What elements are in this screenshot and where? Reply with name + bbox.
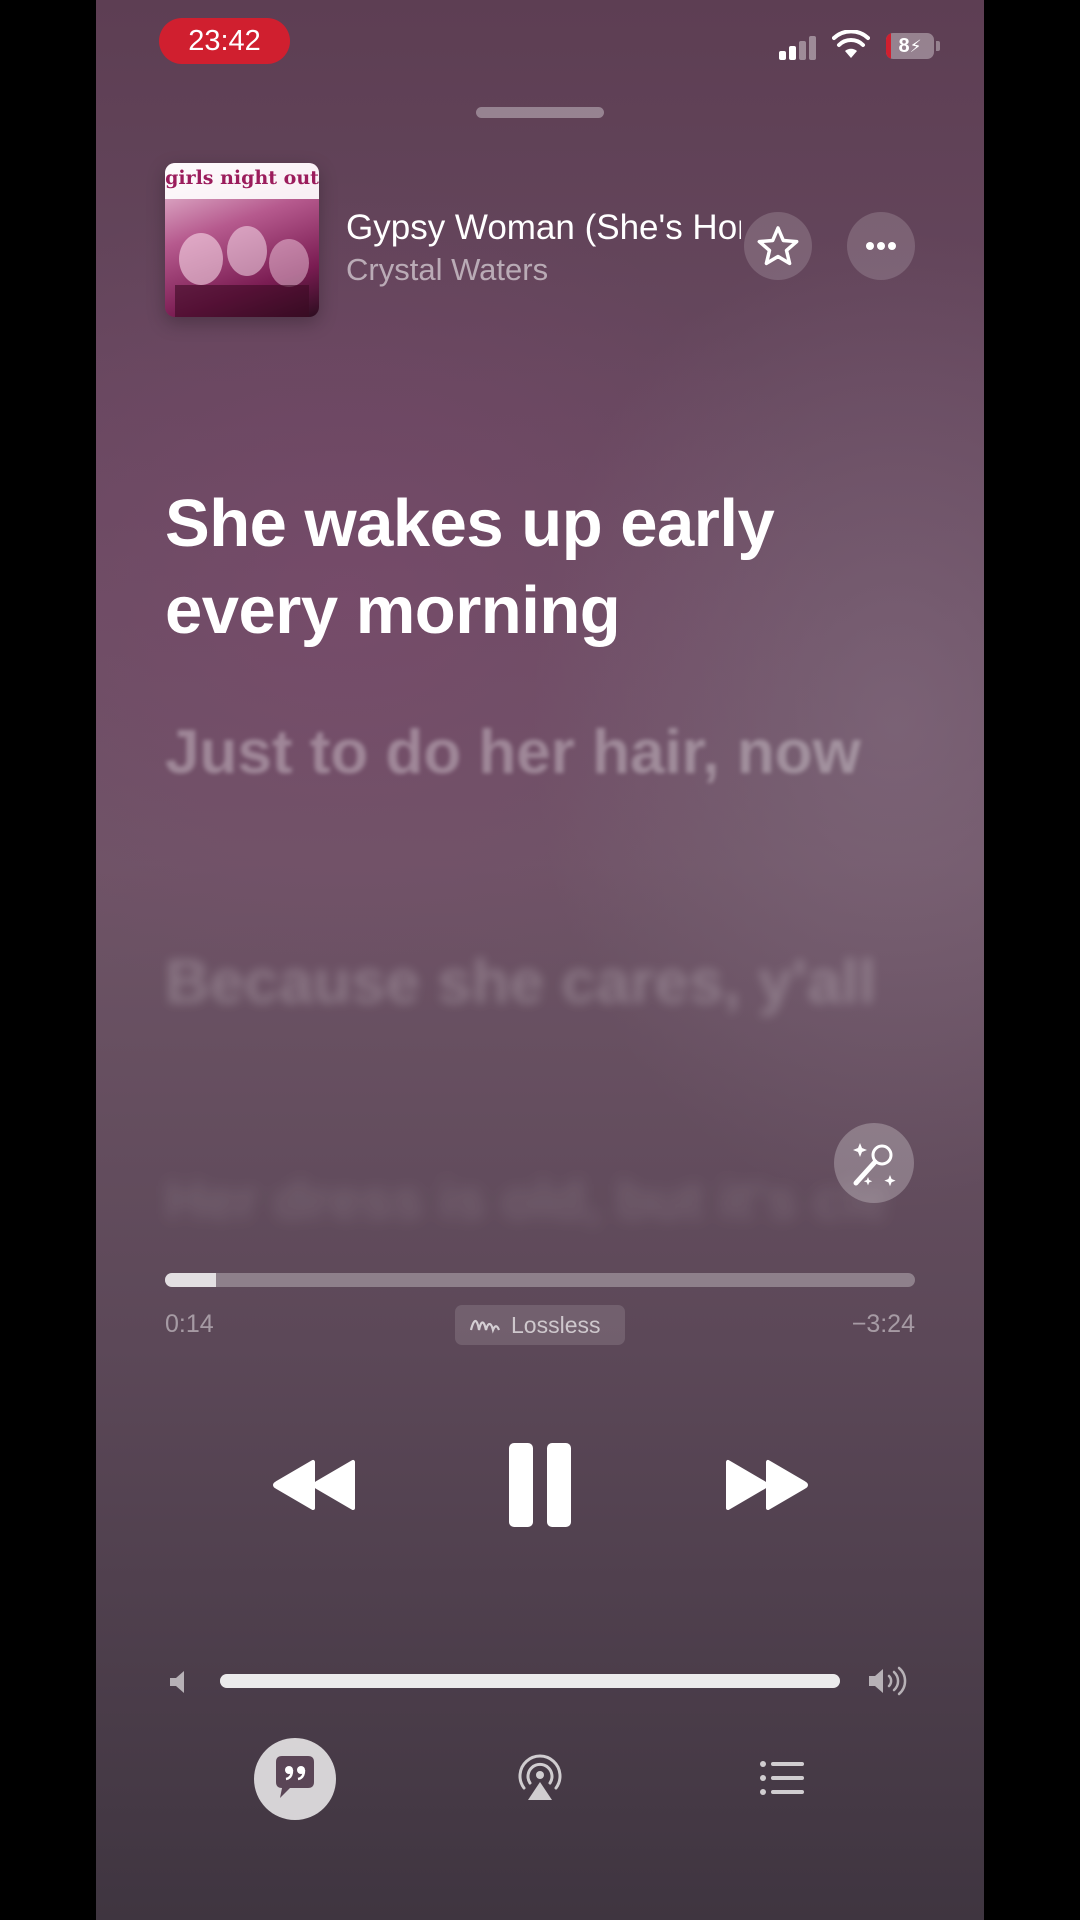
song-title[interactable]: Gypsy Woman (She's Homeless) bbox=[346, 205, 741, 251]
lyric-line-next[interactable]: Just to do her hair, now bbox=[165, 710, 885, 796]
airplay-audio-icon bbox=[518, 1754, 562, 1800]
pause-button[interactable] bbox=[497, 1440, 583, 1530]
list-queue-icon bbox=[760, 1761, 804, 1795]
volume-slider[interactable] bbox=[220, 1674, 840, 1688]
remaining-time: −3:24 bbox=[851, 1310, 915, 1338]
album-art[interactable]: girls night out bbox=[165, 163, 319, 317]
queue-button[interactable] bbox=[758, 1756, 806, 1800]
airplay-button[interactable] bbox=[514, 1752, 566, 1804]
volume-low-icon bbox=[170, 1671, 184, 1693]
star-icon bbox=[757, 226, 799, 266]
more-options-button[interactable] bbox=[847, 212, 915, 280]
lyrics-quote-bubble-icon bbox=[276, 1756, 314, 1798]
lossless-badge[interactable]: Lossless bbox=[455, 1305, 625, 1345]
pause-icon bbox=[509, 1443, 571, 1527]
album-art-photo bbox=[175, 226, 309, 317]
microphone-sparkles-icon bbox=[853, 1143, 896, 1187]
lossless-label: Lossless bbox=[511, 1312, 601, 1338]
lyric-line-faded[interactable]: Her dress is old, but it's clean bbox=[165, 1160, 885, 1240]
playback-progress-slider[interactable] bbox=[165, 1273, 915, 1287]
wifi-icon bbox=[832, 30, 870, 58]
ellipsis-icon bbox=[866, 242, 896, 250]
artist-name[interactable]: Crystal Waters bbox=[346, 250, 741, 290]
lyric-line-current[interactable]: She wakes up early every morning bbox=[165, 480, 885, 654]
lyrics-button[interactable] bbox=[254, 1738, 336, 1820]
music-player-screen: 23:42 8⚡ girls night out Gypsy Woman (Sh… bbox=[96, 0, 984, 1920]
battery-charging-icon: 8⚡ bbox=[886, 33, 934, 59]
cellular-signal-icon bbox=[779, 32, 819, 60]
rewind-icon bbox=[273, 1460, 355, 1510]
status-time: 23:42 bbox=[159, 18, 290, 64]
fast-forward-button[interactable] bbox=[716, 1450, 816, 1520]
volume-high-icon bbox=[869, 1666, 907, 1696]
sing-mode-button[interactable] bbox=[834, 1123, 914, 1203]
battery-level: 8 bbox=[898, 35, 910, 57]
volume-fill bbox=[220, 1674, 840, 1688]
progress-fill bbox=[165, 1273, 216, 1287]
sheet-grabber[interactable] bbox=[476, 107, 604, 118]
album-art-logo: girls night out bbox=[165, 167, 319, 189]
fast-forward-icon bbox=[726, 1460, 808, 1510]
favorite-button[interactable] bbox=[744, 212, 812, 280]
lossless-wave-icon bbox=[469, 1319, 501, 1334]
battery-tip bbox=[936, 41, 940, 51]
elapsed-time: 0:14 bbox=[165, 1310, 214, 1338]
rewind-button[interactable] bbox=[265, 1450, 365, 1520]
lyric-line-upcoming[interactable]: Because she cares, y'all bbox=[165, 940, 885, 1026]
